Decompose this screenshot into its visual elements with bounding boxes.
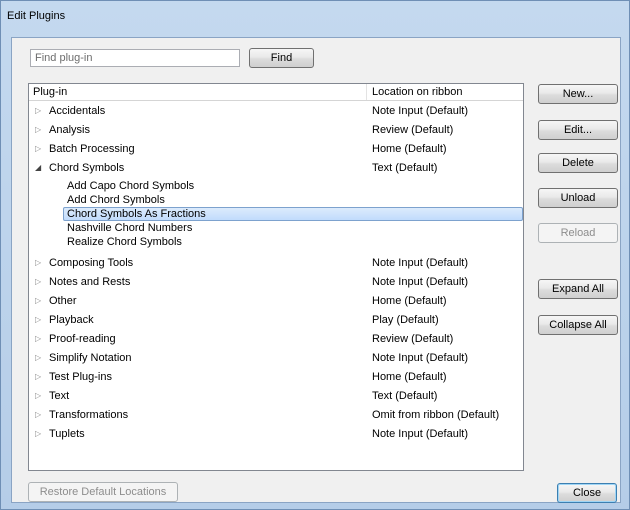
collapse-arrow-icon[interactable]: ◢: [35, 159, 45, 177]
collapse-all-button[interactable]: Collapse All: [538, 315, 618, 335]
plugin-name: Text: [49, 390, 70, 402]
tree-row[interactable]: ▷ Simplify Notation Note Input (Default): [29, 349, 523, 367]
list-header: Plug-in Location on ribbon: [29, 84, 523, 101]
plugin-name: Batch Processing: [49, 143, 135, 155]
plugin-location: Home (Default): [372, 143, 447, 155]
plugin-name: Test Plug-ins: [49, 371, 112, 383]
expand-arrow-icon[interactable]: ▷: [35, 140, 45, 158]
tree-row[interactable]: ◢ Chord Symbols Text (Default): [29, 159, 523, 177]
plugin-name: Composing Tools: [49, 257, 134, 269]
tree-row[interactable]: ▷ Notes and Rests Note Input (Default): [29, 273, 523, 291]
tree-row[interactable]: ▷ Text Text (Default): [29, 387, 523, 405]
plugin-location: Text (Default): [372, 390, 438, 402]
tree-row[interactable]: ▷ Batch Processing Home (Default): [29, 140, 523, 158]
expand-arrow-icon[interactable]: ▷: [35, 406, 45, 424]
plugin-name: Transformations: [49, 409, 129, 421]
plugin-location: Text (Default): [372, 162, 438, 174]
plugin-name: Other: [49, 295, 77, 307]
restore-default-locations-button[interactable]: Restore Default Locations: [28, 482, 178, 502]
delete-button[interactable]: Delete: [538, 153, 618, 173]
tree-row[interactable]: ▷ Playback Play (Default): [29, 311, 523, 329]
plugin-name: Chord Symbols: [49, 162, 125, 174]
tree-row[interactable]: ▷ Composing Tools Note Input (Default): [29, 254, 523, 272]
plugin-location: Note Input (Default): [372, 105, 468, 117]
plugin-location: Review (Default): [372, 333, 454, 345]
child-plugin-item[interactable]: Add Chord Symbols: [67, 193, 165, 207]
expand-arrow-icon[interactable]: ▷: [35, 273, 45, 291]
plugin-name: Playback: [49, 314, 94, 326]
child-plugin-item[interactable]: Realize Chord Symbols: [67, 235, 182, 249]
expand-arrow-icon[interactable]: ▷: [35, 330, 45, 348]
dialog-title: Edit Plugins: [7, 10, 66, 22]
plugin-location: Note Input (Default): [372, 428, 468, 440]
plugin-name: Simplify Notation: [49, 352, 132, 364]
expand-arrow-icon[interactable]: ▷: [35, 292, 45, 310]
expand-arrow-icon[interactable]: ▷: [35, 102, 45, 120]
expand-arrow-icon[interactable]: ▷: [35, 254, 45, 272]
plugin-name: Proof-reading: [49, 333, 116, 345]
expand-arrow-icon[interactable]: ▷: [35, 349, 45, 367]
reload-button[interactable]: Reload: [538, 223, 618, 243]
expand-arrow-icon[interactable]: ▷: [35, 311, 45, 329]
plugin-location: Note Input (Default): [372, 276, 468, 288]
search-input[interactable]: [30, 49, 240, 67]
new-button[interactable]: New...: [538, 84, 618, 104]
dialog-body: Find Plug-in Location on ribbon ▷ Accide…: [11, 37, 621, 503]
child-plugin-item[interactable]: Nashville Chord Numbers: [67, 221, 192, 235]
tree-row[interactable]: ▷ Other Home (Default): [29, 292, 523, 310]
plugin-location: Home (Default): [372, 295, 447, 307]
tree-row[interactable]: ▷ Tuplets Note Input (Default): [29, 425, 523, 443]
column-separator[interactable]: [366, 84, 367, 100]
expand-arrow-icon[interactable]: ▷: [35, 121, 45, 139]
tree-row[interactable]: ▷ Accidentals Note Input (Default): [29, 102, 523, 120]
tree-row[interactable]: ▷ Proof-reading Review (Default): [29, 330, 523, 348]
plugin-location: Play (Default): [372, 314, 439, 326]
tree-row[interactable]: ▷ Analysis Review (Default): [29, 121, 523, 139]
close-button[interactable]: Close: [557, 483, 617, 503]
plugin-name: Accidentals: [49, 105, 106, 117]
tree-row[interactable]: ▷ Transformations Omit from ribbon (Defa…: [29, 406, 523, 424]
column-header-plugin[interactable]: Plug-in: [33, 85, 67, 99]
unload-button[interactable]: Unload: [538, 188, 618, 208]
find-button[interactable]: Find: [249, 48, 314, 68]
expand-arrow-icon[interactable]: ▷: [35, 425, 45, 443]
plugin-location: Home (Default): [372, 371, 447, 383]
expand-arrow-icon[interactable]: ▷: [35, 387, 45, 405]
plugin-location: Review (Default): [372, 124, 454, 136]
plugin-tree[interactable]: Plug-in Location on ribbon ▷ Accidentals…: [28, 83, 524, 471]
child-plugin-item-selected[interactable]: Chord Symbols As Fractions: [67, 207, 206, 221]
plugin-location: Note Input (Default): [372, 352, 468, 364]
plugin-name: Tuplets: [49, 428, 85, 440]
child-plugin-item[interactable]: Add Capo Chord Symbols: [67, 179, 194, 193]
plugin-name: Notes and Rests: [49, 276, 131, 288]
column-header-location[interactable]: Location on ribbon: [372, 85, 463, 99]
expand-all-button[interactable]: Expand All: [538, 279, 618, 299]
plugin-location: Note Input (Default): [372, 257, 468, 269]
plugin-location: Omit from ribbon (Default): [372, 409, 500, 421]
edit-plugins-dialog: Edit Plugins Find Plug-in Location on ri…: [0, 0, 630, 510]
expand-arrow-icon[interactable]: ▷: [35, 368, 45, 386]
tree-row[interactable]: ▷ Test Plug-ins Home (Default): [29, 368, 523, 386]
edit-button[interactable]: Edit...: [538, 120, 618, 140]
plugin-name: Analysis: [49, 124, 90, 136]
